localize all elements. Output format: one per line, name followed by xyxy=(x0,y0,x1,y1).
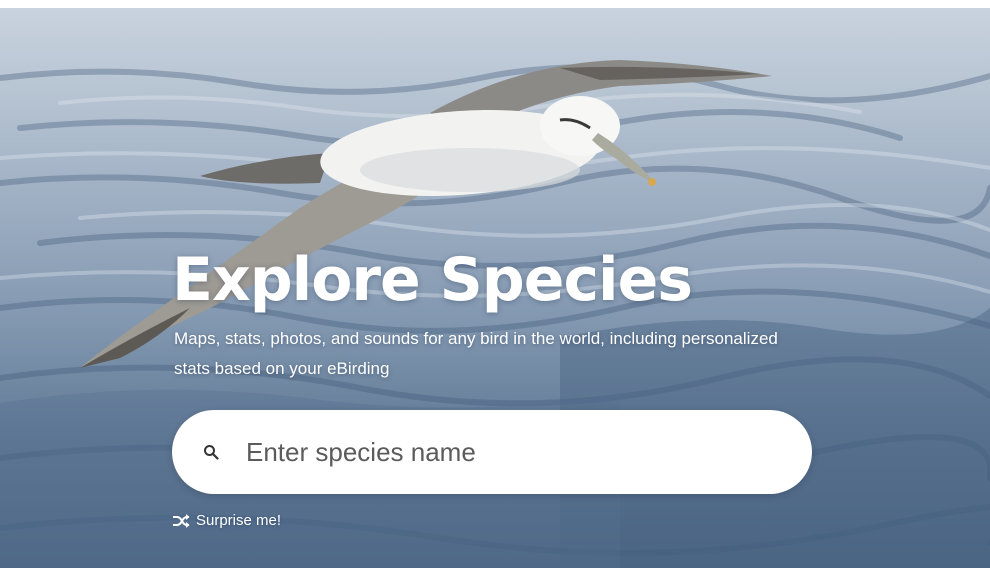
surprise-me-link[interactable]: Surprise me! xyxy=(172,512,281,529)
species-search-bar[interactable] xyxy=(172,410,812,494)
shuffle-icon xyxy=(172,513,190,528)
page-subtitle: Maps, stats, photos, and sounds for any … xyxy=(174,329,778,378)
search-icon xyxy=(202,443,220,461)
page-title: Explore Species xyxy=(172,245,693,315)
hero-banner: Explore Species Maps, stats, photos, and… xyxy=(0,8,990,568)
surprise-me-label: Surprise me! xyxy=(196,512,282,529)
species-search-input[interactable] xyxy=(246,432,766,472)
